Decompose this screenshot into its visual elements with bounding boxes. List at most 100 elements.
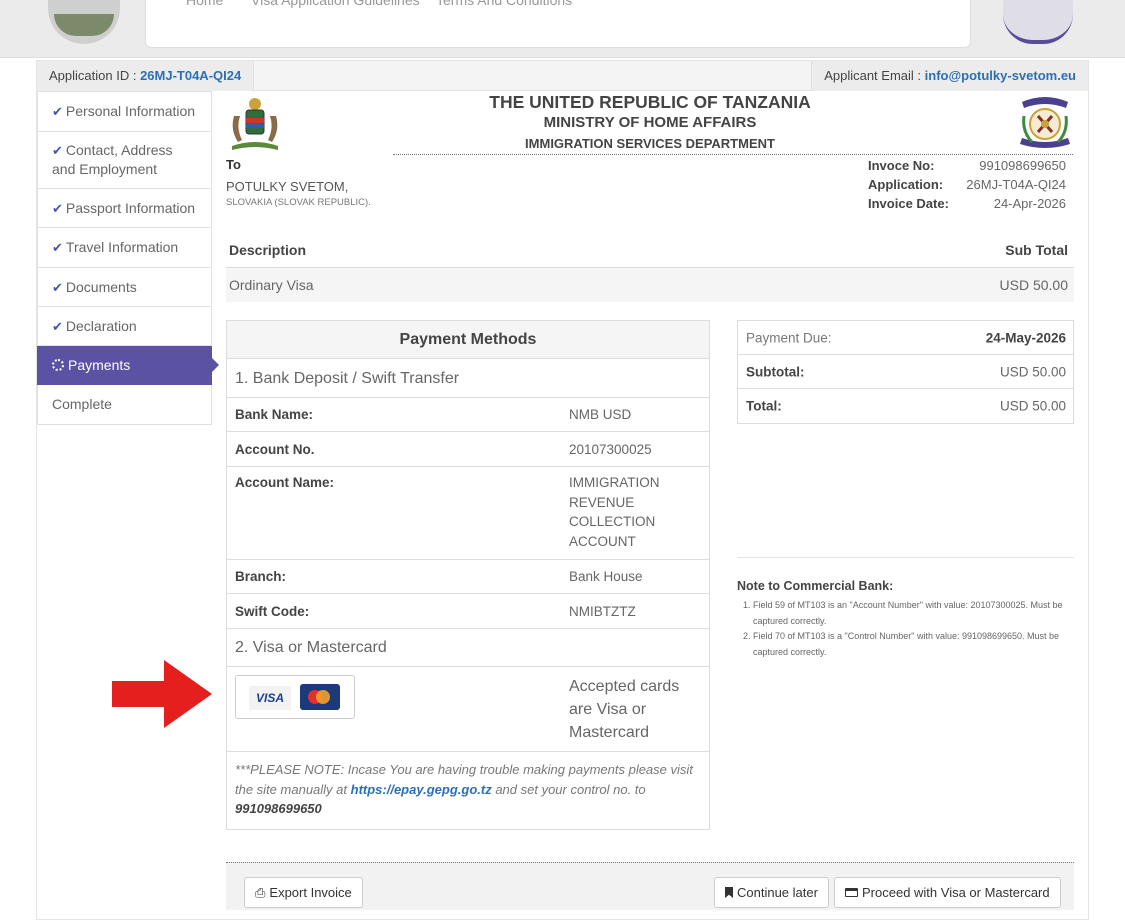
visa-logo-icon: VISA bbox=[249, 686, 291, 710]
account-name-line: COLLECTION bbox=[569, 514, 656, 529]
table-row: Ordinary Visa USD 50.00 bbox=[226, 268, 1074, 302]
control-number: 991098699650 bbox=[235, 801, 322, 816]
account-name-row: Account Name: IMMIGRATION REVENUE COLLEC… bbox=[227, 467, 709, 560]
bank-note-list: Field 59 of MT103 is an "Account Number"… bbox=[737, 598, 1074, 660]
check-icon: ✔ bbox=[52, 240, 63, 255]
recipient-country: SLOVAKIA (SLOVAK REPUBLIC). bbox=[226, 197, 371, 208]
accepted-cards-line: are Visa or bbox=[569, 701, 647, 718]
sidebar-item-text: Contact, Address and Employment bbox=[52, 142, 173, 177]
bank-note-item: Field 59 of MT103 is an "Account Number"… bbox=[753, 598, 1074, 629]
account-name-label: Account Name: bbox=[235, 475, 335, 490]
proceed-card-payment-label: Proceed with Visa or Mastercard bbox=[862, 885, 1050, 900]
subtotal-value: USD 50.00 bbox=[999, 364, 1066, 379]
account-name-line: ACCOUNT bbox=[569, 533, 636, 549]
swift-code-row: Swift Code: NMIBTZTZ bbox=[227, 594, 709, 629]
continue-later-button[interactable]: Continue later bbox=[714, 877, 829, 908]
sidebar-item-complete[interactable]: Complete bbox=[37, 385, 212, 425]
immigration-emblem-icon bbox=[1020, 97, 1070, 148]
subtotal-label: Subtotal: bbox=[746, 364, 805, 379]
credit-card-icon bbox=[845, 888, 858, 897]
total-row: Total: USD 50.00 bbox=[738, 389, 1073, 423]
branch-value: Bank House bbox=[569, 569, 643, 584]
print-icon: ⎙ bbox=[255, 884, 266, 900]
payment-due-value: 24-May-2026 bbox=[985, 330, 1066, 345]
invoice-date-row: Invoice Date: 24-Apr-2026 bbox=[868, 194, 1066, 213]
check-icon: ✔ bbox=[52, 318, 63, 334]
invoice-application-value: 26MJ-T04A-QI24 bbox=[966, 177, 1066, 192]
item-subtotal: USD 50.00 bbox=[999, 277, 1068, 293]
check-icon: ✔ bbox=[52, 143, 63, 158]
sidebar-item-documents[interactable]: ✔ Documents bbox=[37, 268, 212, 307]
bank-name-row: Bank Name: NMB USD bbox=[227, 398, 709, 432]
bank-note-title: Note to Commercial Bank: bbox=[737, 579, 894, 593]
check-icon: ✔ bbox=[52, 104, 63, 119]
coat-of-arms-logo bbox=[48, 0, 120, 44]
item-description: Ordinary Visa bbox=[229, 277, 314, 293]
accepted-cards-row: VISA Accepted cards are Visa or Masterca… bbox=[227, 667, 709, 752]
payment-due-row: Payment Due: 24-May-2026 bbox=[738, 321, 1073, 355]
branch-label: Branch: bbox=[235, 569, 287, 584]
check-icon: ✔ bbox=[52, 200, 63, 216]
nav-terms-link[interactable]: Terms And Conditions bbox=[436, 0, 572, 8]
top-navigation: Home Visa Application Guidelines Terms A… bbox=[145, 0, 971, 48]
payment-methods-panel: Payment Methods 1. Bank Deposit / Swift … bbox=[226, 320, 710, 830]
invoice-title-ministry: MINISTRY OF HOME AFFAIRS bbox=[543, 114, 757, 131]
top-header: Home Visa Application Guidelines Terms A… bbox=[0, 0, 1125, 58]
account-number-label: Account No. bbox=[235, 442, 315, 457]
sidebar-item-label: Passport Information bbox=[65, 199, 196, 216]
sidebar-item-travel-information[interactable]: ✔ Travel Information bbox=[37, 228, 212, 268]
invoice-recipient: To POTULKY SVETOM, SLOVAKIA (SLOVAK REPU… bbox=[226, 157, 371, 208]
application-id: Application ID : 26MJ-T04A-QI24 bbox=[37, 61, 255, 91]
payment-note: ***PLEASE NOTE: Incase You are having tr… bbox=[227, 752, 709, 829]
column-description: Description bbox=[229, 241, 307, 258]
header-divider bbox=[393, 154, 1073, 155]
account-number-value: 20107300025 bbox=[569, 442, 652, 457]
invoice-application-label: Application: bbox=[868, 177, 944, 192]
invoice-date-value: 24-Apr-2026 bbox=[993, 196, 1066, 211]
sidebar-item-label: Personal Information bbox=[65, 103, 196, 119]
sidebar-item-declaration[interactable]: ✔ Declaration bbox=[37, 307, 212, 346]
card-header: Application ID : 26MJ-T04A-QI24 Applican… bbox=[37, 61, 1088, 91]
export-invoice-button[interactable]: ⎙ Export Invoice bbox=[244, 877, 363, 908]
card-payment-button[interactable]: VISA bbox=[235, 675, 355, 719]
payment-summary: Payment Due: 24-May-2026 Subtotal: USD 5… bbox=[737, 320, 1074, 424]
items-table-header: Description Sub Total bbox=[226, 232, 1074, 268]
applicant-email-label: Applicant Email : bbox=[824, 68, 922, 83]
invoice-meta: Invoce No: 991098699650 Application: 26M… bbox=[868, 156, 1066, 213]
tanzania-coat-of-arms-icon bbox=[232, 98, 278, 150]
account-name-line: REVENUE bbox=[569, 494, 635, 510]
epay-link[interactable]: https://epay.gepg.go.tz bbox=[351, 782, 492, 797]
payment-methods-title: Payment Methods bbox=[227, 321, 709, 359]
invoice-number-value: 991098699650 bbox=[979, 158, 1066, 173]
commercial-bank-note: Note to Commercial Bank: Field 59 of MT1… bbox=[737, 557, 1074, 660]
sidebar-item-payments[interactable]: Payments bbox=[37, 346, 219, 385]
applicant-email-value[interactable]: info@potulky-svetom.eu bbox=[925, 68, 1076, 83]
sidebar-item-label: Travel Information bbox=[65, 239, 179, 255]
account-name-value: IMMIGRATION REVENUE COLLECTION ACCOUNT bbox=[569, 473, 660, 551]
sidebar-item-contact[interactable]: ✔ Contact, Address and Employment bbox=[37, 132, 212, 189]
recipient-to-label: To bbox=[226, 157, 241, 172]
payment-due-label: Payment Due: bbox=[746, 330, 832, 345]
export-invoice-label: Export Invoice bbox=[269, 885, 352, 900]
payment-note-middle: and set your control no. to bbox=[491, 781, 646, 797]
invoice-application-row: Application: 26MJ-T04A-QI24 bbox=[868, 175, 1066, 194]
sidebar-item-label: Declaration bbox=[65, 317, 137, 334]
application-id-value: 26MJ-T04A-QI24 bbox=[140, 68, 242, 83]
sidebar-item-personal-information[interactable]: ✔ Personal Information bbox=[37, 91, 212, 132]
application-id-label: Application ID : bbox=[49, 68, 137, 83]
total-label: Total: bbox=[746, 398, 782, 414]
check-icon: ✔ bbox=[52, 279, 63, 295]
sidebar-item-passport-information[interactable]: ✔ Passport Information bbox=[37, 189, 212, 228]
recipient-name: POTULKY SVETOM, bbox=[226, 179, 349, 194]
bank-name-value: NMB USD bbox=[569, 407, 632, 422]
swift-code-value: NMIBTZTZ bbox=[569, 604, 636, 619]
accepted-cards-text: Accepted cards are Visa or Mastercard bbox=[569, 675, 699, 744]
applicant-email: Applicant Email : info@potulky-svetom.eu bbox=[811, 61, 1088, 91]
immigration-logo bbox=[1003, 0, 1073, 44]
spinner-icon bbox=[52, 359, 64, 371]
proceed-card-payment-button[interactable]: Proceed with Visa or Mastercard bbox=[834, 877, 1061, 908]
nav-guidelines-link[interactable]: Visa Application Guidelines bbox=[251, 0, 420, 8]
mastercard-logo-icon bbox=[300, 684, 340, 710]
bank-note-item: Field 70 of MT103 is a "Control Number" … bbox=[753, 629, 1074, 660]
nav-home-link[interactable]: Home bbox=[186, 0, 223, 8]
